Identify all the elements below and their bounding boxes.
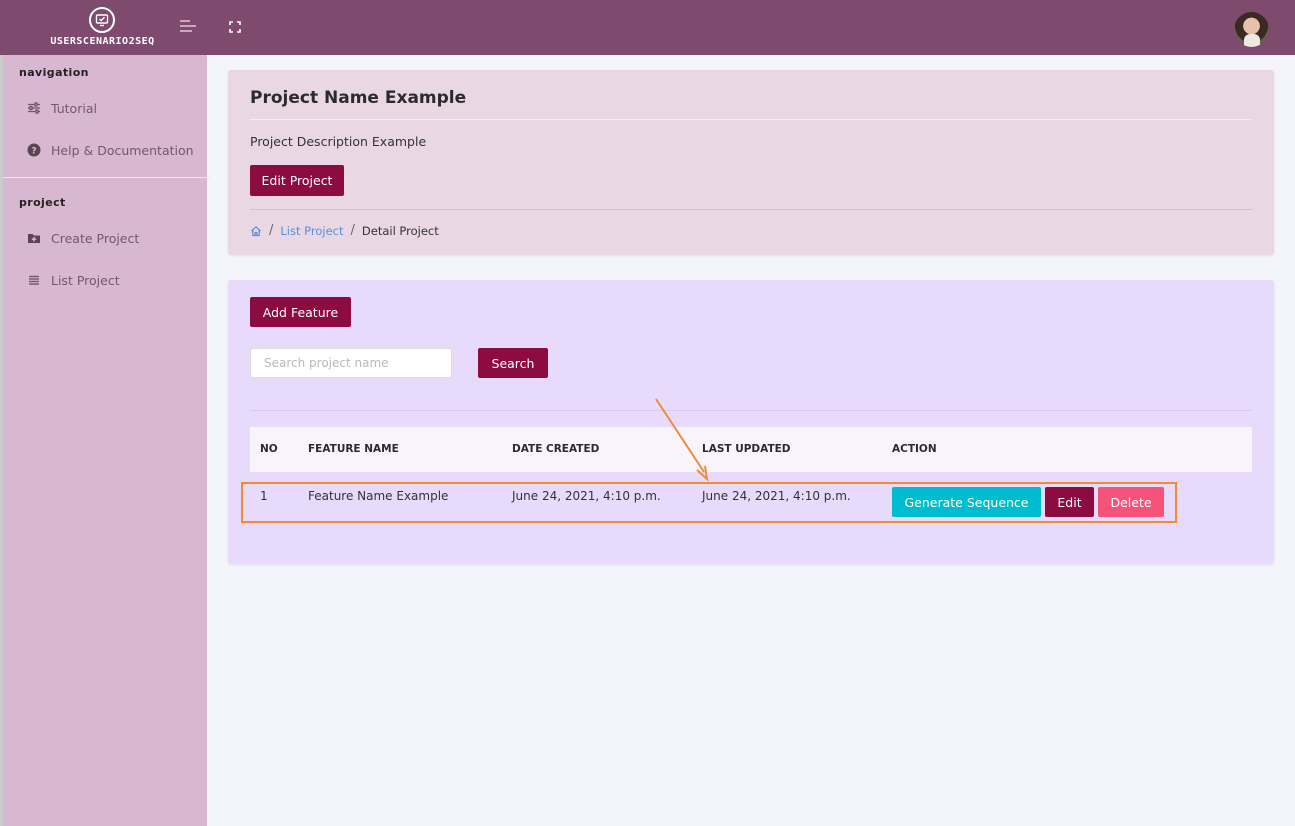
divider bbox=[250, 119, 1252, 120]
sidebar-item-label: Tutorial bbox=[51, 100, 97, 116]
search-input[interactable] bbox=[250, 348, 452, 378]
sidebar-item-label: Help & Documentation bbox=[51, 142, 194, 158]
fullscreen-icon[interactable] bbox=[228, 19, 242, 33]
home-icon[interactable] bbox=[250, 225, 262, 237]
breadcrumb: / List Project / Detail Project bbox=[250, 223, 439, 238]
column-header-date-created: DATE CREATED bbox=[512, 443, 600, 455]
delete-feature-button[interactable]: Delete bbox=[1098, 487, 1164, 517]
monitor-check-icon bbox=[89, 7, 115, 33]
column-header-feature-name: FEATURE NAME bbox=[308, 443, 399, 455]
list-icon bbox=[29, 275, 39, 285]
features-card: Add Feature Search NO FEATURE NAME DATE … bbox=[228, 280, 1274, 564]
column-header-no: NO bbox=[260, 443, 278, 455]
folder-plus-icon bbox=[28, 234, 40, 243]
sidebar-item-label: Create Project bbox=[51, 230, 140, 246]
breadcrumb-detail-project: Detail Project bbox=[361, 223, 439, 238]
table-header: NO FEATURE NAME DATE CREATED LAST UPDATE… bbox=[250, 427, 1252, 472]
cell-date-created: June 24, 2021, 4:10 p.m. bbox=[512, 489, 661, 503]
sidebar-section-project: project bbox=[19, 196, 66, 209]
divider bbox=[250, 410, 1252, 411]
top-bar: USERSCENARIO2SEQ bbox=[0, 0, 1295, 55]
sidebar-item-tutorial[interactable]: Tutorial bbox=[27, 98, 97, 118]
project-title: Project Name Example bbox=[250, 88, 467, 108]
breadcrumb-separator: / bbox=[269, 223, 274, 238]
sidebar-section-navigation: navigation bbox=[19, 66, 89, 79]
search-button[interactable]: Search bbox=[478, 348, 548, 378]
project-description: Project Description Example bbox=[250, 134, 427, 149]
column-header-last-updated: LAST UPDATED bbox=[702, 443, 791, 455]
user-avatar[interactable] bbox=[1234, 12, 1269, 47]
brand[interactable]: USERSCENARIO2SEQ bbox=[0, 0, 205, 55]
sidebar-divider bbox=[3, 177, 210, 178]
project-card: Project Name Example Project Description… bbox=[228, 70, 1274, 255]
add-feature-button[interactable]: Add Feature bbox=[250, 297, 351, 327]
sidebar: navigation Tutorial ? Help & Documentati… bbox=[0, 55, 210, 826]
cell-last-updated: June 24, 2021, 4:10 p.m. bbox=[702, 489, 851, 503]
sidebar-item-create-project[interactable]: Create Project bbox=[27, 228, 139, 248]
generate-sequence-button[interactable]: Generate Sequence bbox=[892, 487, 1041, 517]
edit-project-button[interactable]: Edit Project bbox=[250, 165, 344, 196]
sidebar-item-help[interactable]: ? Help & Documentation bbox=[27, 140, 194, 160]
breadcrumb-separator: / bbox=[350, 223, 355, 238]
help-circle-icon: ? bbox=[27, 143, 41, 157]
cell-feature-name: Feature Name Example bbox=[308, 489, 449, 503]
edit-feature-button[interactable]: Edit bbox=[1045, 487, 1094, 517]
svg-text:?: ? bbox=[31, 147, 36, 157]
cell-no: 1 bbox=[260, 489, 268, 503]
breadcrumb-list-project[interactable]: List Project bbox=[280, 224, 343, 238]
sidebar-item-label: List Project bbox=[51, 272, 120, 288]
brand-name: USERSCENARIO2SEQ bbox=[50, 36, 155, 47]
hamburger-icon[interactable] bbox=[180, 20, 198, 34]
sliders-icon bbox=[28, 102, 40, 114]
sidebar-item-list-project[interactable]: List Project bbox=[27, 270, 120, 290]
divider bbox=[250, 209, 1252, 210]
column-header-action: ACTION bbox=[892, 443, 937, 455]
